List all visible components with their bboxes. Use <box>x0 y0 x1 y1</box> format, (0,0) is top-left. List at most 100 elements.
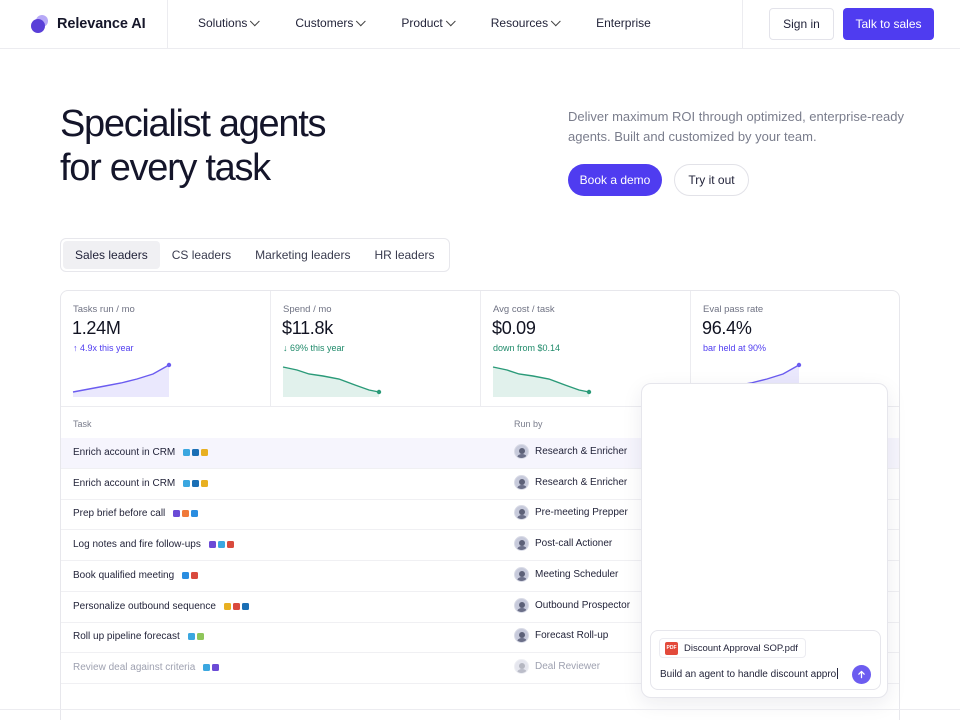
integration-icons <box>187 633 204 641</box>
hero-title-line-1: Specialist agents <box>60 103 326 145</box>
stat-card: Tasks run / mo 1.24M ↑ 4.9x this year <box>61 291 271 407</box>
integration-icons <box>182 571 199 579</box>
try-it-out-button[interactable]: Try it out <box>674 164 749 196</box>
attachment-chip[interactable]: PDF Discount Approval SOP.pdf <box>659 638 806 658</box>
column-header-task: Task <box>73 419 92 429</box>
integration-icon <box>182 571 190 579</box>
integration-icons <box>208 541 234 549</box>
stat-card: Spend / mo $11.8k ↓ 69% this year <box>271 291 481 407</box>
chat-composer[interactable]: PDF Discount Approval SOP.pdf Build an a… <box>650 630 881 690</box>
sign-in-button[interactable]: Sign in <box>769 8 834 40</box>
page-divider <box>0 709 960 710</box>
integration-icons <box>183 449 209 456</box>
pdf-icon: PDF <box>665 641 678 655</box>
integration-icon <box>212 663 220 671</box>
sparkline <box>72 362 172 397</box>
integration-icons <box>183 479 209 487</box>
agent-name: Outbound Prospector <box>535 599 631 611</box>
run-by-cell: Forecast Roll-up <box>514 628 608 644</box>
agent-name: Pre-meeting Prepper <box>535 507 628 519</box>
sparkline-end-dot <box>166 362 172 368</box>
task-cell: Enrich account in CRM <box>73 477 209 489</box>
integration-icon <box>208 541 216 549</box>
agent-name: Research & Enricher <box>535 446 628 457</box>
stat-value: $11.8k <box>282 318 333 338</box>
stat-delta: down from $0.14 <box>493 343 561 353</box>
task-name: Personalize outbound sequence <box>73 600 216 612</box>
nav-product[interactable]: Product <box>401 15 456 30</box>
tab-sales-leaders[interactable]: Sales leaders <box>63 241 160 269</box>
task-cell: Review deal against criteria <box>73 661 220 673</box>
send-button[interactable] <box>852 665 871 684</box>
agent-avatar <box>514 566 529 582</box>
nav-divider <box>742 0 743 48</box>
agent-avatar <box>514 536 529 552</box>
chevron-down-icon <box>356 15 367 26</box>
column-header-run-by: Run by <box>514 419 543 429</box>
tab-marketing-leaders[interactable]: Marketing leaders <box>243 241 362 269</box>
integration-icon <box>201 449 209 456</box>
run-by-cell: Research & Enricher <box>514 444 627 459</box>
task-cell: Log notes and fire follow-ups <box>73 539 234 550</box>
sparkline-area <box>493 367 589 397</box>
agent-builder-chat: PDF Discount Approval SOP.pdf Build an a… <box>641 383 888 698</box>
integration-icon <box>217 541 225 549</box>
nav-resources[interactable]: Resources <box>491 15 561 30</box>
agent-name: Research & Enricher <box>535 476 628 488</box>
stat-value: 1.24M <box>72 318 121 338</box>
task-name: Enrich account in CRM <box>73 477 176 489</box>
integration-icons <box>223 602 249 610</box>
nav-customers[interactable]: Customers <box>295 15 367 30</box>
tab-cs-leaders[interactable]: CS leaders <box>160 241 243 269</box>
integration-icon <box>183 449 191 456</box>
integration-icons <box>173 510 199 518</box>
nav-solutions-label: Solutions <box>198 16 248 30</box>
nav-divider <box>167 0 168 48</box>
integration-icon <box>192 449 200 456</box>
integration-icon <box>191 571 199 579</box>
agent-avatar <box>514 658 529 674</box>
task-name: Review deal against criteria <box>73 661 196 673</box>
stat-value: 96.4% <box>702 318 752 338</box>
talk-to-sales-button[interactable]: Talk to sales <box>843 8 934 40</box>
integration-icon <box>223 602 231 610</box>
prompt-text: Build an agent to handle discount appro <box>660 669 837 680</box>
stat-delta: ↑ 4.9x this year <box>73 343 134 353</box>
integration-icon <box>182 510 190 518</box>
top-nav: Relevance AI Solutions Customers Product… <box>0 0 960 49</box>
agent-avatar <box>514 474 529 490</box>
agent-avatar <box>514 444 529 459</box>
task-cell: Personalize outbound sequence <box>73 601 249 612</box>
sparkline-area <box>73 365 169 397</box>
stat-value: $0.09 <box>492 318 536 338</box>
book-demo-button[interactable]: Book a demo <box>568 164 662 196</box>
stat-delta: ↓ 69% this year <box>283 343 345 353</box>
task-name: Roll up pipeline forecast <box>73 631 180 643</box>
logo-icon <box>31 15 48 33</box>
integration-icon <box>187 633 195 641</box>
prompt-input[interactable]: Build an agent to handle discount appro <box>660 668 839 680</box>
sparkline <box>282 366 382 397</box>
integration-icon <box>183 479 191 487</box>
nav-product-label: Product <box>401 16 443 30</box>
nav-links: Solutions Customers Product Resources En… <box>198 15 687 30</box>
nav-enterprise[interactable]: Enterprise <box>596 16 651 30</box>
agent-avatar <box>514 505 529 521</box>
nav-solutions[interactable]: Solutions <box>198 15 261 30</box>
chevron-down-icon <box>550 15 561 26</box>
hero-title-line-2: for every task <box>60 147 271 189</box>
integration-icon <box>173 510 181 518</box>
brand-name: Relevance AI <box>57 16 146 32</box>
sparkline-area <box>283 367 379 397</box>
stat-label: Spend / mo <box>283 304 332 315</box>
logo[interactable]: Relevance AI <box>30 14 146 34</box>
run-by-cell: Outbound Prospector <box>514 597 631 613</box>
agent-name: Deal Reviewer <box>535 660 601 672</box>
tab-hr-leaders[interactable]: HR leaders <box>362 241 446 269</box>
task-name: Prep brief before call <box>73 508 166 520</box>
integration-icon <box>201 479 209 487</box>
integration-icons <box>203 663 220 671</box>
hero-title: Specialist agents for every task <box>60 102 326 190</box>
stat-label: Avg cost / task <box>493 304 555 315</box>
integration-icon <box>232 602 240 610</box>
